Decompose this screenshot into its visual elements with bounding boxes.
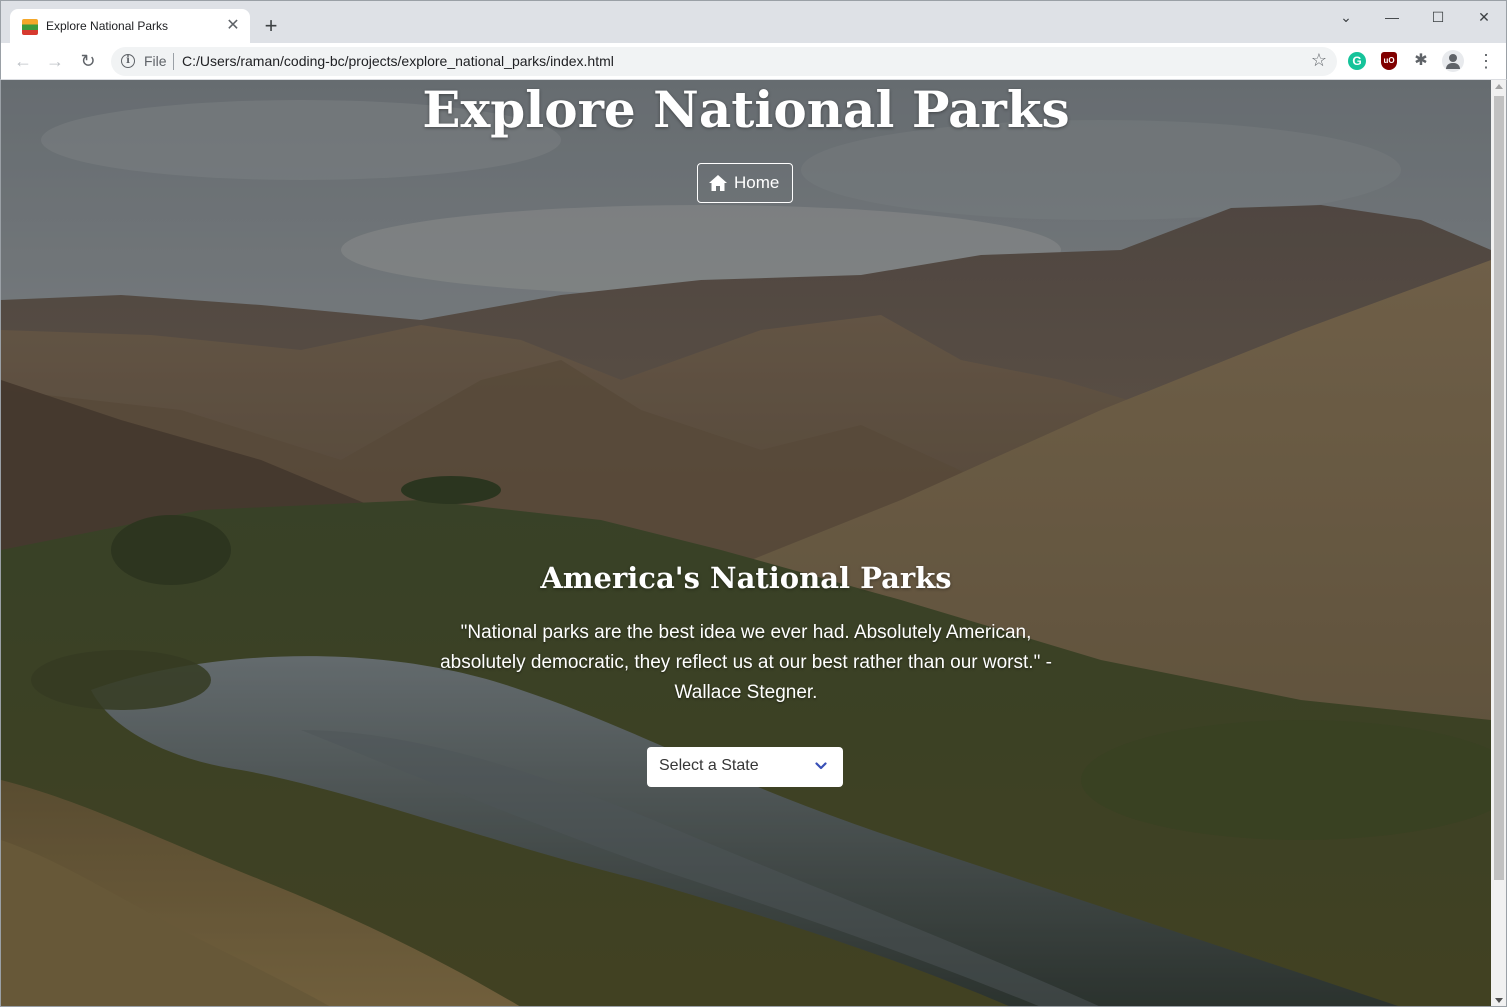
home-icon [709,175,727,191]
vertical-scrollbar[interactable] [1491,80,1506,1006]
park-favicon-icon [22,19,38,35]
scrollbar-thumb[interactable] [1494,96,1504,880]
section-heading: America's National Parks [540,561,952,595]
close-window-button[interactable]: ✕ [1464,5,1504,29]
chevron-down-icon [815,762,827,770]
home-button[interactable]: Home [697,163,793,203]
tab-title: Explore National Parks [46,19,169,33]
browser-tab[interactable]: Explore National Parks ✕ [10,9,250,44]
url-separator [173,53,174,70]
forward-icon[interactable]: → [43,49,67,73]
scroll-down-arrow-icon[interactable] [1495,998,1503,1003]
minimize-button[interactable]: — [1372,5,1412,29]
scroll-up-arrow-icon[interactable] [1495,84,1503,89]
address-bar[interactable]: i File C:/Users/raman/coding-bc/projects… [111,47,1337,76]
url-text[interactable]: C:/Users/raman/coding-bc/projects/explor… [182,53,614,69]
tab-close-icon[interactable]: ✕ [224,17,242,35]
url-scheme: File [144,53,167,69]
state-select-dropdown[interactable]: Select a State [647,747,843,787]
hero-dark-overlay [1,80,1491,1006]
page-title: Explore National Parks [422,80,1070,139]
profile-icon[interactable] [1442,50,1464,72]
new-tab-button[interactable]: + [259,14,283,38]
stegner-quote: "National parks are the best idea we eve… [440,622,1052,703]
reload-icon[interactable]: ↻ [76,49,100,73]
grammarly-icon[interactable]: G [1348,52,1366,70]
star-icon[interactable]: ☆ [1311,50,1327,71]
browser-tab-strip: Explore National Parks ✕ + ⌄ — ☐ ✕ [0,0,1507,44]
browser-toolbar: ← → ↻ i File C:/Users/raman/coding-bc/pr… [0,43,1507,80]
maximize-button[interactable]: ☐ [1418,5,1458,29]
state-select-label: Select a State [659,757,759,774]
info-icon[interactable]: i [121,54,135,68]
tab-search-icon[interactable]: ⌄ [1326,5,1366,29]
back-icon[interactable]: ← [11,49,35,73]
home-button-label: Home [734,173,780,192]
menu-icon[interactable]: ⋮ [1477,50,1495,72]
ublock-icon[interactable]: uO [1381,52,1397,70]
extensions-icon[interactable]: ✱ [1412,52,1430,70]
page-viewport: Explore National Parks Home America's Na… [0,80,1507,1007]
